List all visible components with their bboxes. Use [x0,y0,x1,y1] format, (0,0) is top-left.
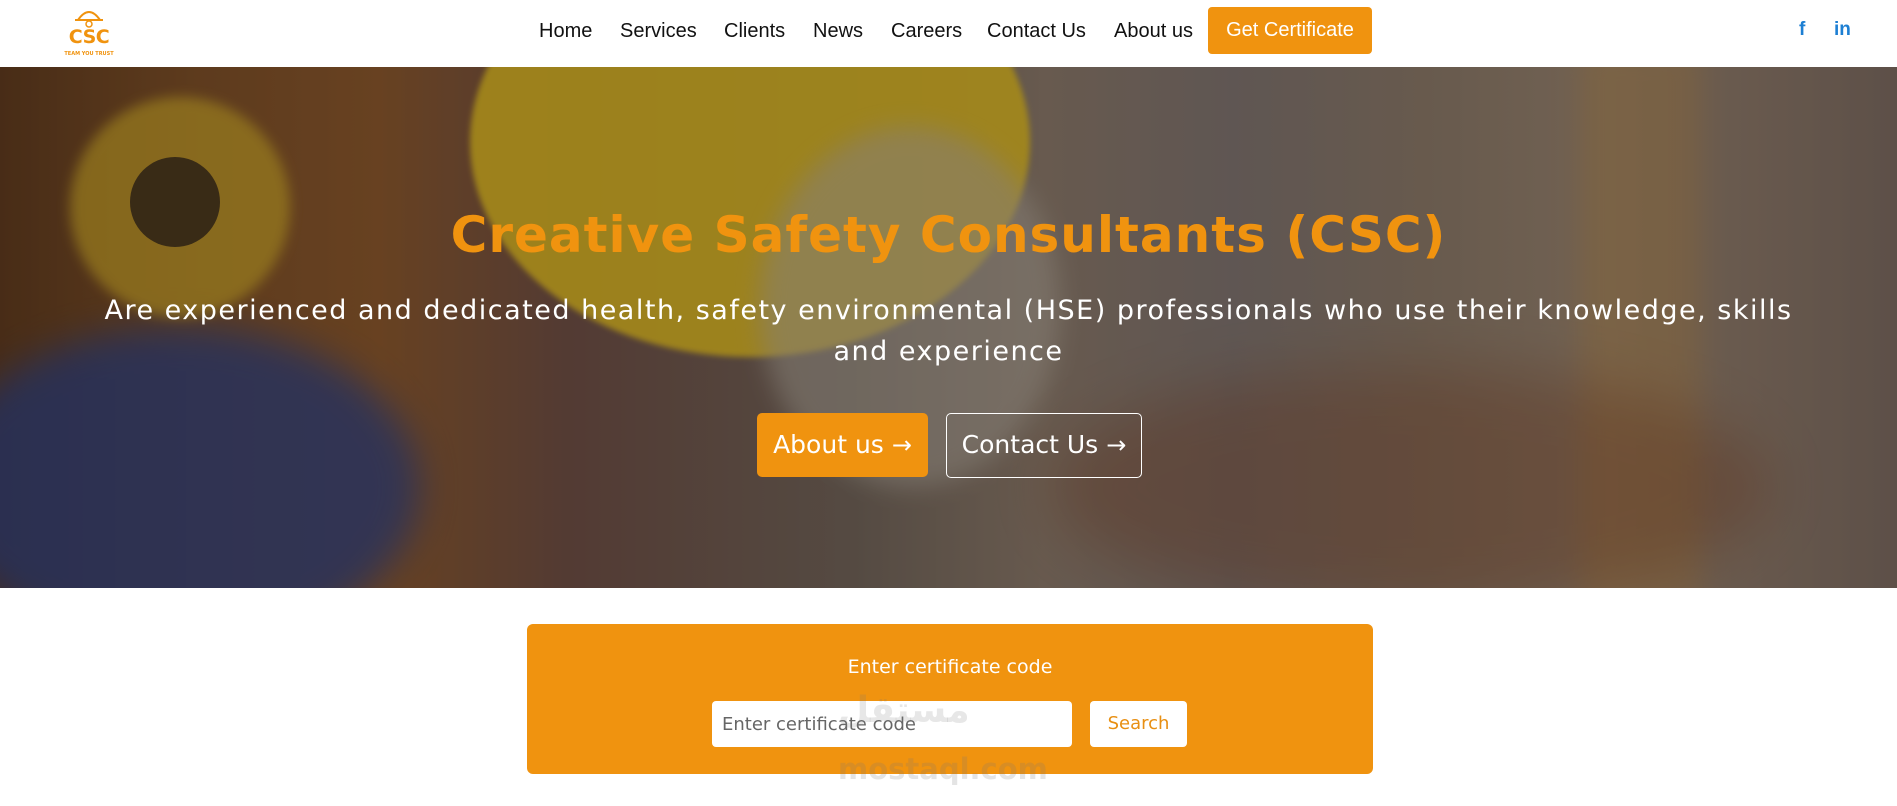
search-button[interactable]: Search [1090,701,1187,747]
hero-banner: Creative Safety Consultants (CSC) Are ex… [0,67,1897,588]
hero-subtitle: Are experienced and dedicated health, sa… [104,295,1793,367]
logo-text: CSC [68,26,110,48]
watermark-domain: mostaql.com [838,752,1048,786]
certificate-search-title: Enter certificate code [847,656,1053,678]
nav-careers[interactable]: Careers [891,20,962,43]
nav-clients[interactable]: Clients [724,20,785,43]
nav-about-us[interactable]: About us [1114,20,1193,43]
contact-us-button[interactable]: Contact Us → [946,413,1142,478]
arrow-right-icon: → [891,431,912,459]
nav-services[interactable]: Services [620,20,697,43]
contact-us-label: Contact Us [961,430,1099,459]
linkedin-icon[interactable]: in [1834,19,1851,41]
csc-logo[interactable]: CSC TEAM YOU TRUST [64,4,114,60]
site-header: CSC TEAM YOU TRUST Home Services Clients… [0,0,1897,67]
about-us-label: About us [773,430,884,459]
hero-title: Creative Safety Consultants (CSC) [450,206,1447,264]
nav-news[interactable]: News [813,20,863,43]
nav-home[interactable]: Home [539,20,592,43]
about-us-button[interactable]: About us → [757,413,928,477]
arrow-right-icon: → [1106,431,1127,459]
nav-contact-us[interactable]: Contact Us [987,20,1086,43]
watermark-arabic: مستقل [838,690,970,731]
logo-tagline: TEAM YOU TRUST [64,51,114,57]
get-certificate-button[interactable]: Get Certificate [1208,7,1372,54]
facebook-icon[interactable]: f [1799,19,1805,41]
